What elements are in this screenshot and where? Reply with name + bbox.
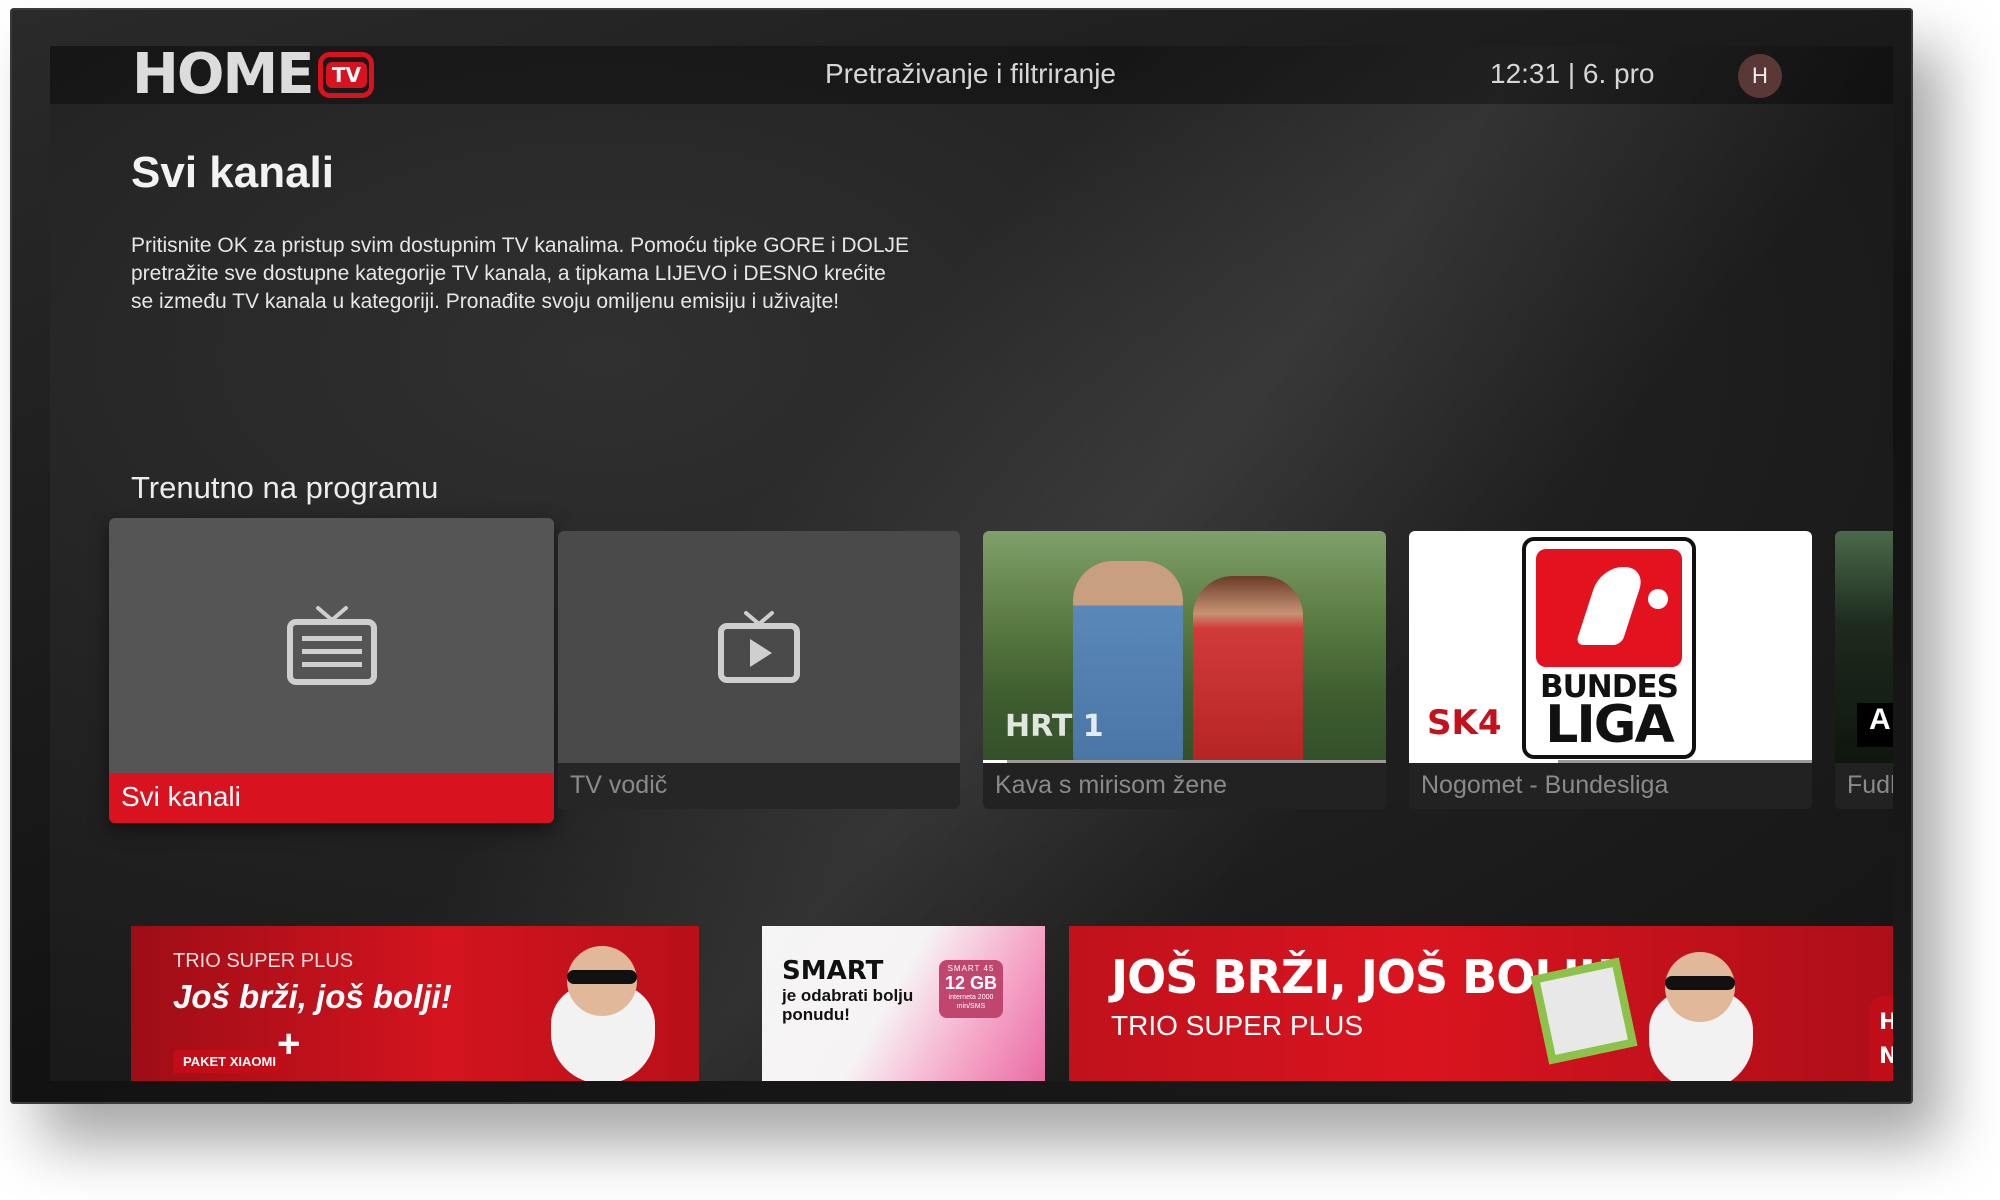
promo-banner-big[interactable]: JOŠ BRŽI, JOŠ BOLJI! TRIO SUPER PLUS HOM… bbox=[1069, 926, 1893, 1081]
card-label: Svi kanali bbox=[109, 773, 554, 823]
channel-logo: A bbox=[1857, 703, 1893, 747]
hrt-channel-logo: HRT 1 bbox=[1005, 709, 1104, 744]
program-thumbnail: A bbox=[1835, 531, 1893, 763]
banner-subtitle: je odabrati bolju ponudu! bbox=[782, 986, 914, 1024]
santa-image bbox=[1629, 946, 1759, 1081]
home-tag: HOM NAJB bbox=[1869, 996, 1893, 1081]
tv-play-icon bbox=[718, 611, 800, 683]
card-label: Kava s mirisom žene bbox=[983, 763, 1386, 809]
banner-subtitle: TRIO SUPER PLUS bbox=[173, 950, 354, 972]
program-thumbnail: SK4 BUNDES LIGA bbox=[1409, 531, 1812, 763]
santa-image bbox=[531, 940, 671, 1081]
home-tv-logo: HOME TV bbox=[132, 46, 375, 107]
card-program-kava[interactable]: HRT 1 Kava s mirisom žene bbox=[983, 531, 1386, 809]
top-bar: HOME TV Pretraživanje i filtriranje 12:3… bbox=[50, 46, 1893, 104]
card-program-partial[interactable]: A Fudb bbox=[1835, 531, 1893, 809]
card-tv-guide[interactable]: TV vodič bbox=[558, 531, 960, 809]
sk4-channel-logo: SK4 bbox=[1427, 703, 1502, 743]
logo-text: HOME bbox=[132, 46, 314, 107]
clock-date: 12:31 | 6. pro bbox=[1490, 58, 1655, 89]
thumbnail-person bbox=[1193, 576, 1303, 763]
tv-list-icon bbox=[286, 606, 377, 685]
banner-tag: PAKET XIAOMI bbox=[173, 1050, 286, 1073]
banner-subtitle: TRIO SUPER PLUS bbox=[1111, 1010, 1364, 1041]
card-label: Fudb bbox=[1835, 763, 1893, 809]
gift-icon bbox=[1530, 957, 1638, 1065]
banner-title: SMART bbox=[782, 956, 884, 986]
card-thumb bbox=[109, 518, 554, 774]
card-program-bundesliga[interactable]: SK4 BUNDES LIGA Nogomet - Bundesliga bbox=[1409, 531, 1812, 809]
page-description: Pritisnite OK za pristup svim dostupnim … bbox=[131, 234, 910, 313]
card-label: Nogomet - Bundesliga bbox=[1409, 763, 1812, 809]
bundesliga-player-icon bbox=[1536, 549, 1682, 667]
card-thumb bbox=[558, 531, 960, 763]
promo-banner-smart[interactable]: SMART je odabrati bolju ponudu! SMART 45… bbox=[762, 926, 1045, 1081]
tv-screen: HOME TV Pretraživanje i filtriranje 12:3… bbox=[50, 46, 1893, 1081]
section-title-now-playing: Trenutno na programu bbox=[131, 470, 439, 505]
card-all-channels[interactable]: Svi kanali bbox=[109, 518, 554, 823]
tv-frame: HOME TV Pretraživanje i filtriranje 12:3… bbox=[10, 8, 1913, 1104]
bundesliga-logo: BUNDES LIGA bbox=[1522, 537, 1696, 759]
program-thumbnail: HRT 1 bbox=[983, 531, 1386, 763]
banner-title: Još brži, još bolji! bbox=[173, 978, 452, 1015]
search-filter-link[interactable]: Pretraživanje i filtriranje bbox=[825, 58, 1116, 90]
promo-banner-trio[interactable]: TRIO SUPER PLUS Još brži, još bolji! + P… bbox=[131, 926, 699, 1081]
avatar[interactable]: H bbox=[1738, 54, 1782, 98]
smart-badge: SMART 45 12 GB interneta 2000 min/SMS bbox=[939, 960, 1003, 1018]
logo-tv-badge: TV bbox=[318, 52, 375, 98]
card-label: TV vodič bbox=[558, 763, 960, 809]
page-title: Svi kanali bbox=[131, 148, 335, 197]
